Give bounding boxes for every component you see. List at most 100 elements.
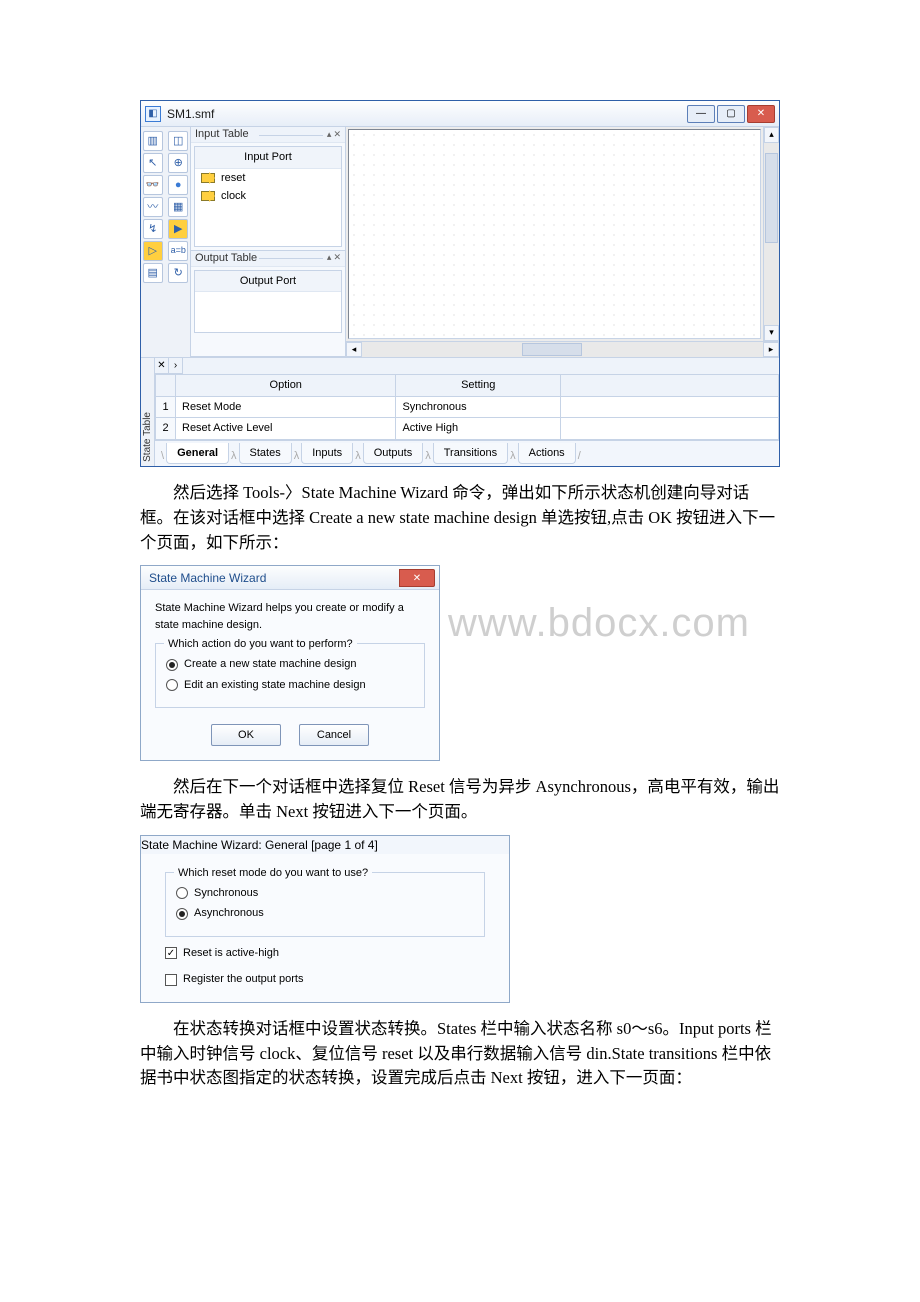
setting-cell: Synchronous <box>396 396 561 418</box>
tab-outputs[interactable]: Outputs <box>363 443 424 465</box>
checkbox-icon <box>165 974 177 986</box>
editor-window: ◧ SM1.smf — ▢ ✕ ▥ ◫ ↖ ⊕ 👓 ● 〰 ▦ ↯ ▶ ▷ a=… <box>140 100 780 467</box>
body-paragraph: 然后在下一个对话框中选择复位 Reset 信号为异步 Asynchronous，… <box>140 775 780 825</box>
tabs-bar: \ General λ States λ Inputs λ Outputs λ … <box>155 440 779 467</box>
port-label: clock <box>221 188 246 205</box>
dialog-title: State Machine Wizard <box>141 566 439 590</box>
table-row[interactable]: 2 Reset Active Level Active High <box>156 418 779 440</box>
close-button[interactable]: ✕ <box>747 105 775 123</box>
radio-sync[interactable]: Synchronous <box>176 885 474 902</box>
file-icon: ◧ <box>145 106 161 122</box>
radio-label: Synchronous <box>194 885 258 902</box>
horizontal-scrollbar[interactable]: ◂ ▸ <box>346 341 779 357</box>
input-table-label: Input Table <box>195 126 249 143</box>
output-port-header: Output Port <box>195 271 341 293</box>
dialog-description: State Machine Wizard helps you create or… <box>155 600 425 633</box>
radio-label: Asynchronous <box>194 905 264 922</box>
radio-label: Edit an existing state machine design <box>184 677 366 694</box>
tool-icon[interactable]: ▥ <box>143 131 163 151</box>
grid-icon[interactable]: ▦ <box>168 197 188 217</box>
watermark-text: www.bdocx.com <box>448 593 750 653</box>
body-paragraph: 然后选择 Tools-〉State Machine Wizard 命令，弹出如下… <box>140 481 780 555</box>
port-row[interactable]: reset <box>195 169 341 188</box>
radio-edit[interactable]: Edit an existing state machine design <box>166 677 414 694</box>
port-label: reset <box>221 170 245 187</box>
equation-icon[interactable]: a=b <box>168 241 188 261</box>
window-title: SM1.smf <box>167 105 687 123</box>
vertical-scrollbar[interactable]: ▴ ▾ <box>763 127 779 341</box>
panel-close-icon[interactable]: ✕ <box>333 128 341 142</box>
port-row[interactable]: clock <box>195 187 341 206</box>
loop-icon[interactable]: ↻ <box>168 263 188 283</box>
tab-general[interactable]: General <box>166 443 229 465</box>
check-active-high[interactable]: Reset is active-high <box>165 945 485 962</box>
reset-mode-groupbox: Which reset mode do you want to use? Syn… <box>165 872 485 937</box>
input-port-icon <box>201 191 215 201</box>
input-port-icon <box>201 173 215 183</box>
radio-icon <box>176 908 188 920</box>
state-table-side-label: State Table <box>141 358 155 466</box>
scroll-down-icon[interactable]: ▾ <box>764 325 779 341</box>
setting-cell: Active High <box>396 418 561 440</box>
col-option: Option <box>176 375 396 397</box>
wizard-general-page: State Machine Wizard: General [page 1 of… <box>140 835 510 1003</box>
zoom-icon[interactable]: ⊕ <box>168 153 188 173</box>
diagram-canvas[interactable] <box>348 129 761 339</box>
panel-close-icon[interactable]: ✕ <box>155 358 169 374</box>
titlebar: ◧ SM1.smf — ▢ ✕ <box>141 101 779 127</box>
binoculars-icon[interactable]: 👓 <box>143 175 163 195</box>
checkbox-icon <box>165 947 177 959</box>
minimize-button[interactable]: — <box>687 105 715 123</box>
check-register-output[interactable]: Register the output ports <box>165 971 485 988</box>
options-table: Option Setting 1 Reset Mode Synchronous … <box>155 374 779 440</box>
cancel-button[interactable]: Cancel <box>299 724 369 746</box>
port-in-icon[interactable]: ▶ <box>168 219 188 239</box>
pointer-icon[interactable]: ↖ <box>143 153 163 173</box>
scroll-left-icon[interactable]: ◂ <box>346 342 362 357</box>
scroll-right-icon[interactable]: ▸ <box>763 342 779 357</box>
tool-icon[interactable]: ▤ <box>143 263 163 283</box>
maximize-button[interactable]: ▢ <box>717 105 745 123</box>
radio-icon <box>176 887 188 899</box>
groupbox-legend: Which action do you want to perform? <box>164 636 357 653</box>
curve-icon[interactable]: 〰 <box>143 197 163 217</box>
radio-create[interactable]: Create a new state machine design <box>166 656 414 673</box>
ok-button[interactable]: OK <box>211 724 281 746</box>
tab-transitions[interactable]: Transitions <box>433 443 508 465</box>
body-paragraph: 在状态转换对话框中设置状态转换。States 栏中输入状态名称 s0～s6。In… <box>140 1017 780 1091</box>
groupbox-legend: Which reset mode do you want to use? <box>174 865 372 882</box>
tab-actions[interactable]: Actions <box>518 443 576 465</box>
tool-icon[interactable]: ◫ <box>168 131 188 151</box>
option-cell: Reset Mode <box>176 396 396 418</box>
dialog-title: State Machine Wizard: General [page 1 of… <box>141 836 509 854</box>
output-table-header: Output Table ▴✕ <box>191 251 345 267</box>
output-table-label: Output Table <box>195 250 257 267</box>
tab-states[interactable]: States <box>239 443 292 465</box>
input-table-header: Input Table ▴✕ <box>191 127 345 143</box>
col-setting: Setting <box>396 375 561 397</box>
action-groupbox: Which action do you want to perform? Cre… <box>155 643 425 708</box>
panel-drag-icon[interactable]: › <box>169 358 183 374</box>
check-label: Reset is active-high <box>183 945 279 962</box>
collapse-icon[interactable]: ▴ <box>327 128 332 142</box>
scroll-thumb[interactable] <box>765 153 778 243</box>
port-out-icon[interactable]: ▷ <box>143 241 163 261</box>
close-button[interactable]: ✕ <box>399 569 435 587</box>
radio-icon <box>166 659 178 671</box>
option-cell: Reset Active Level <box>176 418 396 440</box>
radio-label: Create a new state machine design <box>184 656 356 673</box>
check-label: Register the output ports <box>183 971 303 988</box>
scroll-up-icon[interactable]: ▴ <box>764 127 779 143</box>
radio-icon <box>166 679 178 691</box>
wizard-dialog: State Machine Wizard ✕ State Machine Wiz… <box>140 565 440 761</box>
scroll-thumb[interactable] <box>522 343 582 356</box>
collapse-icon[interactable]: ▴ <box>327 251 332 265</box>
radio-async[interactable]: Asynchronous <box>176 905 474 922</box>
input-port-header: Input Port <box>195 147 341 169</box>
state-icon[interactable]: ● <box>168 175 188 195</box>
tab-inputs[interactable]: Inputs <box>301 443 353 465</box>
panel-close-icon[interactable]: ✕ <box>333 251 341 265</box>
table-row[interactable]: 1 Reset Mode Synchronous <box>156 396 779 418</box>
left-toolstrip: ▥ ◫ ↖ ⊕ 👓 ● 〰 ▦ ↯ ▶ ▷ a=b ▤ ↻ <box>141 127 191 357</box>
arrow-tool-icon[interactable]: ↯ <box>143 219 163 239</box>
